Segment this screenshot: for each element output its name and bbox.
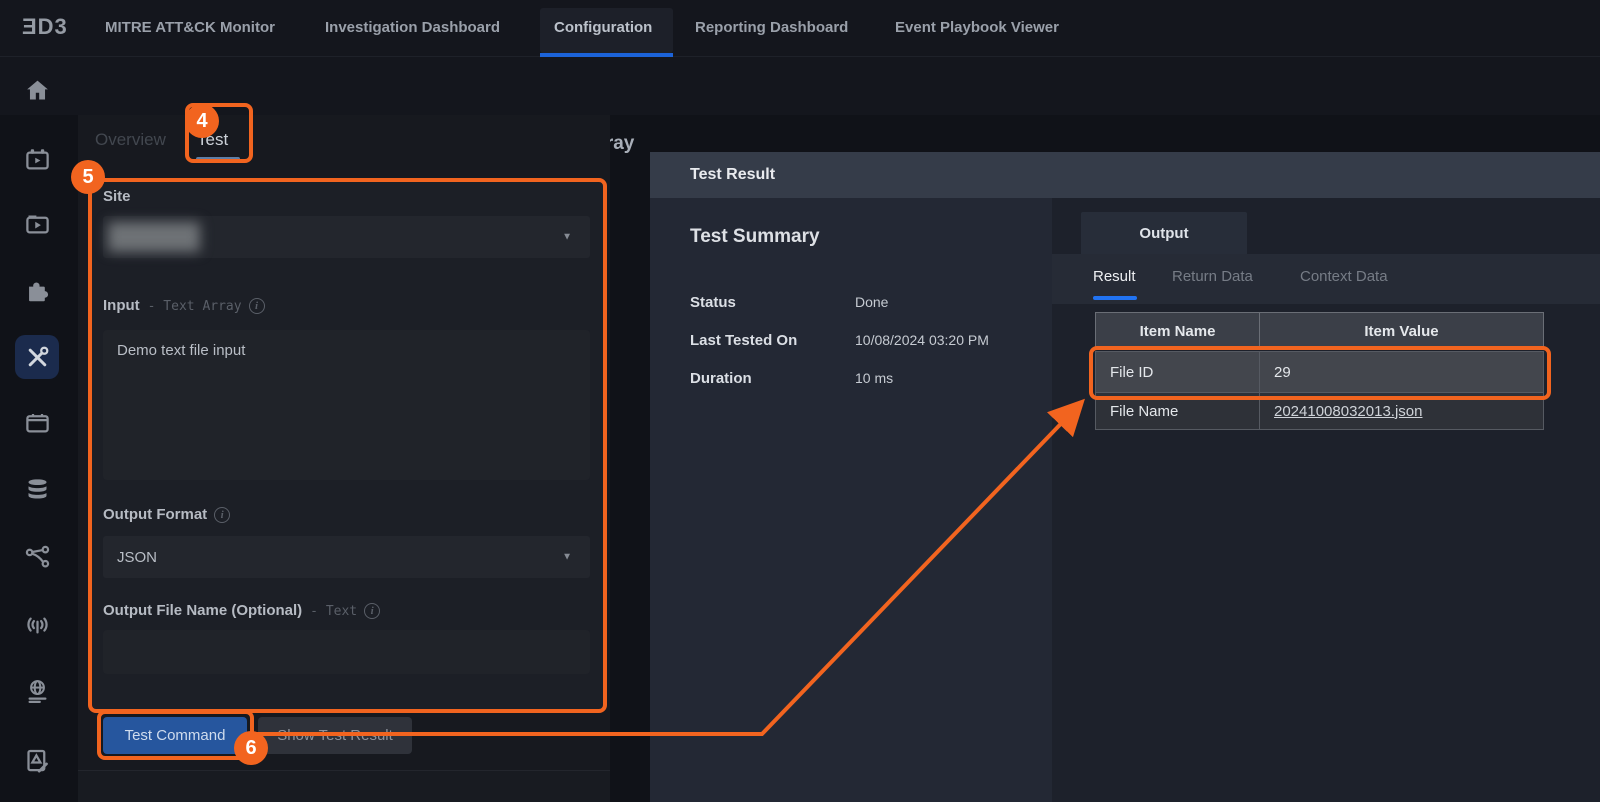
globe-icon (24, 678, 51, 705)
output-format-value: JSON (117, 549, 157, 566)
table-row: File ID 29 (1095, 351, 1545, 393)
site-value-redacted (108, 222, 200, 252)
table-header-row: Item Name Item Value (1095, 312, 1545, 350)
tools-icon (24, 344, 51, 371)
nav-configuration[interactable]: Configuration (554, 19, 652, 36)
info-icon[interactable]: i (214, 507, 230, 523)
test-result-title: Test Result (690, 166, 775, 184)
output-format-label: Output Format i (103, 506, 230, 523)
video-library-icon (24, 211, 51, 238)
tab-overview[interactable]: Overview (95, 130, 166, 150)
output-file-name-label: Output File Name (Optional) - Text i (103, 602, 380, 619)
sidebar-item-connections[interactable] (15, 535, 59, 579)
duration-value: 10 ms (855, 370, 893, 386)
sidebar-item-database[interactable] (15, 467, 59, 511)
d3-logo: ƎD3 (22, 14, 68, 40)
subtab-result[interactable]: Result (1093, 268, 1136, 285)
broadcast-icon (24, 611, 51, 638)
left-panel-bottom-section (78, 771, 610, 802)
annotation-badge-6: 6 (234, 731, 268, 765)
sidebar-item-broadcast[interactable] (15, 602, 59, 646)
report-icon (24, 747, 51, 774)
sidebar-item-home[interactable] (15, 68, 59, 112)
output-file-name-label-text: Output File Name (Optional) (103, 602, 302, 619)
file-name-link[interactable]: 20241008032013.json (1274, 403, 1422, 420)
output-format-select[interactable]: JSON ▼ (103, 536, 590, 578)
test-result-header: Test Result (650, 152, 1600, 198)
nav-mitre-attck-monitor[interactable]: MITRE ATT&CK Monitor (105, 19, 275, 36)
info-icon[interactable]: i (249, 298, 265, 314)
sidebar-item-web-globe[interactable] (15, 669, 59, 713)
sidebar-item-playbook-monitor[interactable] (15, 138, 59, 182)
input-type-hint: - Text Array (148, 299, 242, 314)
annotation-badge-4: 4 (185, 104, 219, 138)
board-icon (24, 410, 51, 437)
puzzle-icon (24, 277, 51, 304)
show-test-result-button[interactable]: Show Test Result (258, 717, 412, 754)
top-navbar: ƎD3 MITRE ATT&CK Monitor Investigation D… (0, 0, 1600, 57)
output-file-name-input[interactable] (103, 630, 590, 674)
home-icon (24, 77, 51, 104)
file-id-value-cell: 29 (1259, 351, 1544, 393)
input-label-text: Input (103, 297, 140, 314)
file-id-name-cell: File ID (1095, 351, 1260, 393)
app-window: ƎD3 MITRE ATT&CK Monitor Investigation D… (0, 0, 1600, 802)
output-format-label-text: Output Format (103, 506, 207, 523)
annotation-badge-5: 5 (71, 160, 105, 194)
duration-label: Duration (690, 370, 752, 387)
subtab-return-data[interactable]: Return Data (1172, 268, 1253, 285)
test-summary-section (650, 198, 1052, 802)
info-icon[interactable]: i (364, 603, 380, 619)
nav-reporting-dashboard[interactable]: Reporting Dashboard (695, 19, 848, 36)
share-graph-icon (24, 544, 51, 571)
playbook-monitor-icon (24, 147, 51, 174)
nav-investigation-dashboard[interactable]: Investigation Dashboard (325, 19, 500, 36)
subtab-context-data[interactable]: Context Data (1300, 268, 1388, 285)
last-tested-on-value: 10/08/2024 03:20 PM (855, 332, 989, 348)
sidebar-item-incident-report[interactable] (15, 738, 59, 782)
site-label: Site (103, 188, 131, 205)
tab-output[interactable]: Output (1081, 212, 1247, 254)
chevron-down-icon: ▼ (562, 552, 572, 563)
last-tested-on-label: Last Tested On (690, 332, 797, 349)
nav-event-playbook-viewer[interactable]: Event Playbook Viewer (895, 19, 1059, 36)
sidebar-item-dashboard-board[interactable] (15, 401, 59, 445)
subtab-result-underline (1093, 296, 1137, 300)
test-summary-title: Test Summary (690, 226, 820, 248)
status-label: Status (690, 294, 736, 311)
col-header-item-name: Item Name (1095, 312, 1260, 350)
sidebar-item-integrations[interactable] (15, 268, 59, 312)
col-header-item-value: Item Value (1259, 312, 1544, 350)
site-select[interactable]: ▼ (103, 216, 590, 258)
status-value: Done (855, 294, 888, 310)
database-icon (24, 476, 51, 503)
table-row: File Name 20241008032013.json (1095, 393, 1545, 430)
output-file-name-type-hint: - Text (310, 604, 357, 619)
chevron-down-icon: ▼ (562, 232, 572, 243)
sidebar-item-utility-tools[interactable] (15, 335, 59, 379)
breadcrumb: Utility Commands › Create a File from in… (0, 57, 1600, 115)
input-textarea[interactable]: Demo text file input (103, 330, 590, 480)
sidebar-item-video-library[interactable] (15, 202, 59, 246)
file-name-value-cell: 20241008032013.json (1259, 392, 1544, 430)
input-label: Input - Text Array i (103, 297, 265, 314)
test-command-button[interactable]: Test Command (103, 717, 247, 754)
tab-test-underline (196, 157, 240, 161)
result-table: Item Name Item Value File ID 29 File Nam… (1095, 312, 1545, 430)
file-name-name-cell: File Name (1095, 392, 1260, 430)
